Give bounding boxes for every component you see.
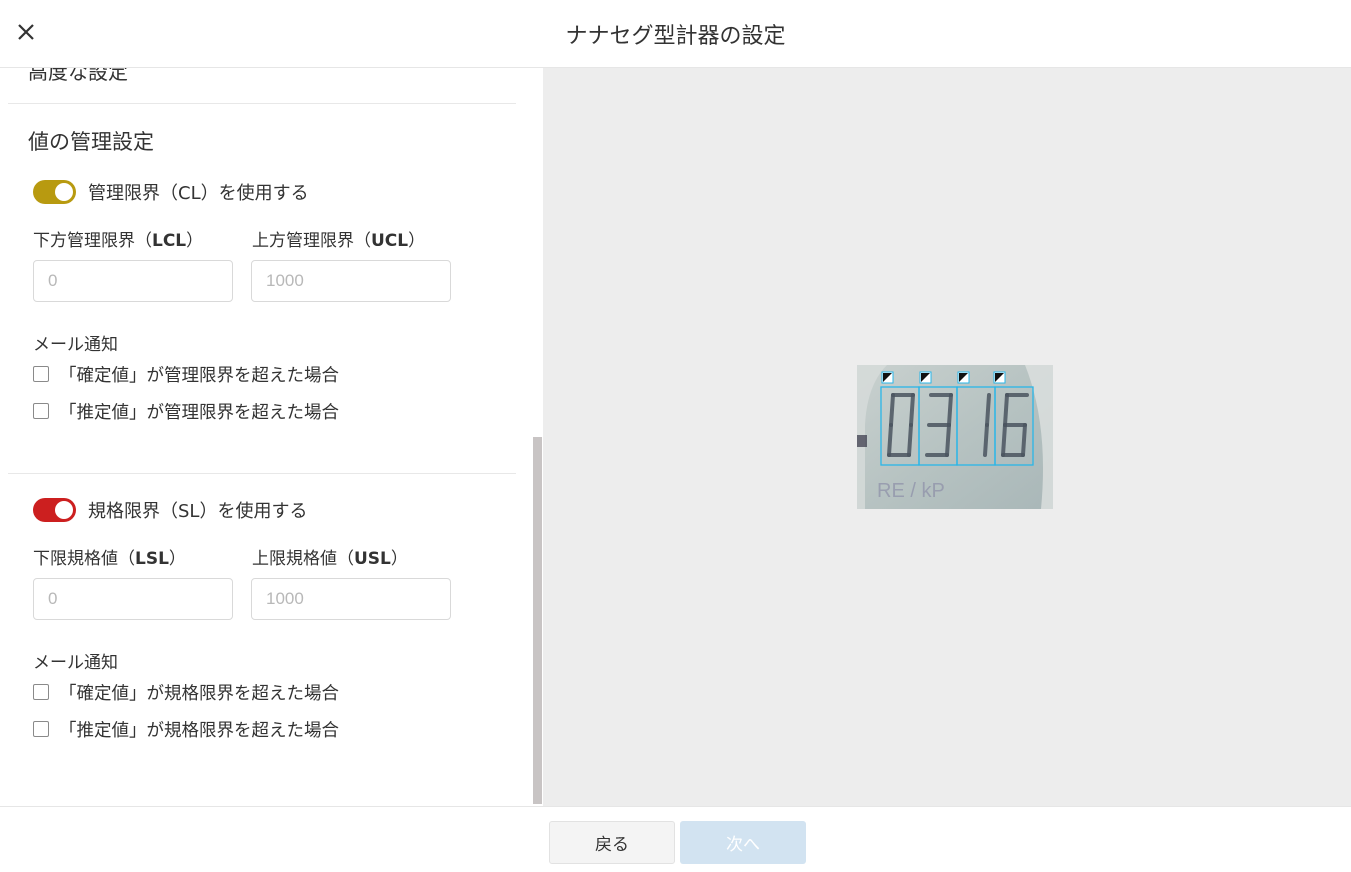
- value-management-title: 値の管理設定: [28, 130, 154, 154]
- divider: [8, 103, 516, 104]
- usl-label: 上限規格値（USL）: [252, 549, 408, 569]
- control-limit-toggle[interactable]: [33, 180, 76, 204]
- ucl-input[interactable]: [251, 260, 451, 302]
- scrollbar-thumb[interactable]: [533, 437, 542, 804]
- svg-text:RE / kP: RE / kP: [877, 480, 945, 502]
- ucl-label: 上方管理限界（UCL）: [252, 231, 426, 251]
- digit-segment: [1003, 393, 1009, 427]
- lcl-input[interactable]: [33, 260, 233, 302]
- cl-mail-notification-label: メール通知: [33, 335, 118, 355]
- sl-mail-notification-label: メール通知: [33, 653, 118, 673]
- spec-limit-toggle-row: 規格限界（SL）を使用する: [33, 498, 307, 522]
- cl-confirmed-check-label: 「確定値」が管理限界を超えた場合: [59, 365, 339, 386]
- dialog-title: ナナセグ型計器の設定: [565, 24, 786, 49]
- sl-confirmed-check-row: 「確定値」が規格限界を超えた場合: [33, 682, 339, 704]
- cl-confirmed-checkbox[interactable]: [33, 366, 49, 382]
- digit-segment: [907, 423, 913, 457]
- divider: [8, 473, 516, 474]
- digit-segment: [889, 393, 895, 427]
- digit-segment: [985, 393, 991, 427]
- sl-estimated-check-label: 「推定値」が規格限界を超えた場合: [59, 720, 339, 741]
- dialog-header: ナナセグ型計器の設定: [0, 0, 1351, 68]
- settings-panel: 高度な設定 値の管理設定 管理限界（CL）を使用する 下方管理限界（LCL） 上…: [0, 68, 543, 806]
- toggle-knob: [55, 183, 73, 201]
- spec-limit-toggle-label: 規格限界（SL）を使用する: [88, 501, 308, 522]
- lsl-label: 下限規格値（LSL）: [33, 549, 186, 569]
- digit-segment: [1001, 423, 1007, 457]
- dialog-footer: [0, 806, 1351, 872]
- lsl-input[interactable]: [33, 578, 233, 620]
- control-limit-toggle-label: 管理限界（CL）を使用する: [88, 183, 309, 204]
- sl-confirmed-check-label: 「確定値」が規格限界を超えた場合: [59, 683, 339, 704]
- seven-segment-display: RE / kP: [857, 365, 1053, 509]
- control-limit-toggle-row: 管理限界（CL）を使用する: [33, 180, 309, 204]
- lcl-label: 下方管理限界（LCL）: [33, 231, 204, 251]
- cl-estimated-checkbox[interactable]: [33, 403, 49, 419]
- digit-segment: [909, 393, 915, 427]
- back-button[interactable]: 戻る: [549, 821, 675, 864]
- sl-estimated-check-row: 「推定値」が規格限界を超えた場合: [33, 719, 339, 741]
- cl-estimated-check-label: 「推定値」が管理限界を超えた場合: [59, 402, 339, 423]
- toggle-knob: [55, 501, 73, 519]
- advanced-settings-heading: 高度な設定: [28, 68, 128, 84]
- cl-estimated-check-row: 「推定値」が管理限界を超えた場合: [33, 401, 339, 423]
- meter-image: RE / kP: [857, 365, 1053, 509]
- sl-confirmed-checkbox[interactable]: [33, 684, 49, 700]
- digit-segment: [1021, 423, 1027, 457]
- usl-input[interactable]: [251, 578, 451, 620]
- digit-segment: [947, 393, 953, 427]
- next-button[interactable]: 次へ: [680, 821, 806, 864]
- sl-estimated-checkbox[interactable]: [33, 721, 49, 737]
- digit-segment: [945, 423, 951, 457]
- cl-confirmed-check-row: 「確定値」が管理限界を超えた場合: [33, 364, 339, 386]
- spec-limit-toggle[interactable]: [33, 498, 76, 522]
- digit-segment: [887, 423, 893, 457]
- digit-segment: [983, 423, 989, 457]
